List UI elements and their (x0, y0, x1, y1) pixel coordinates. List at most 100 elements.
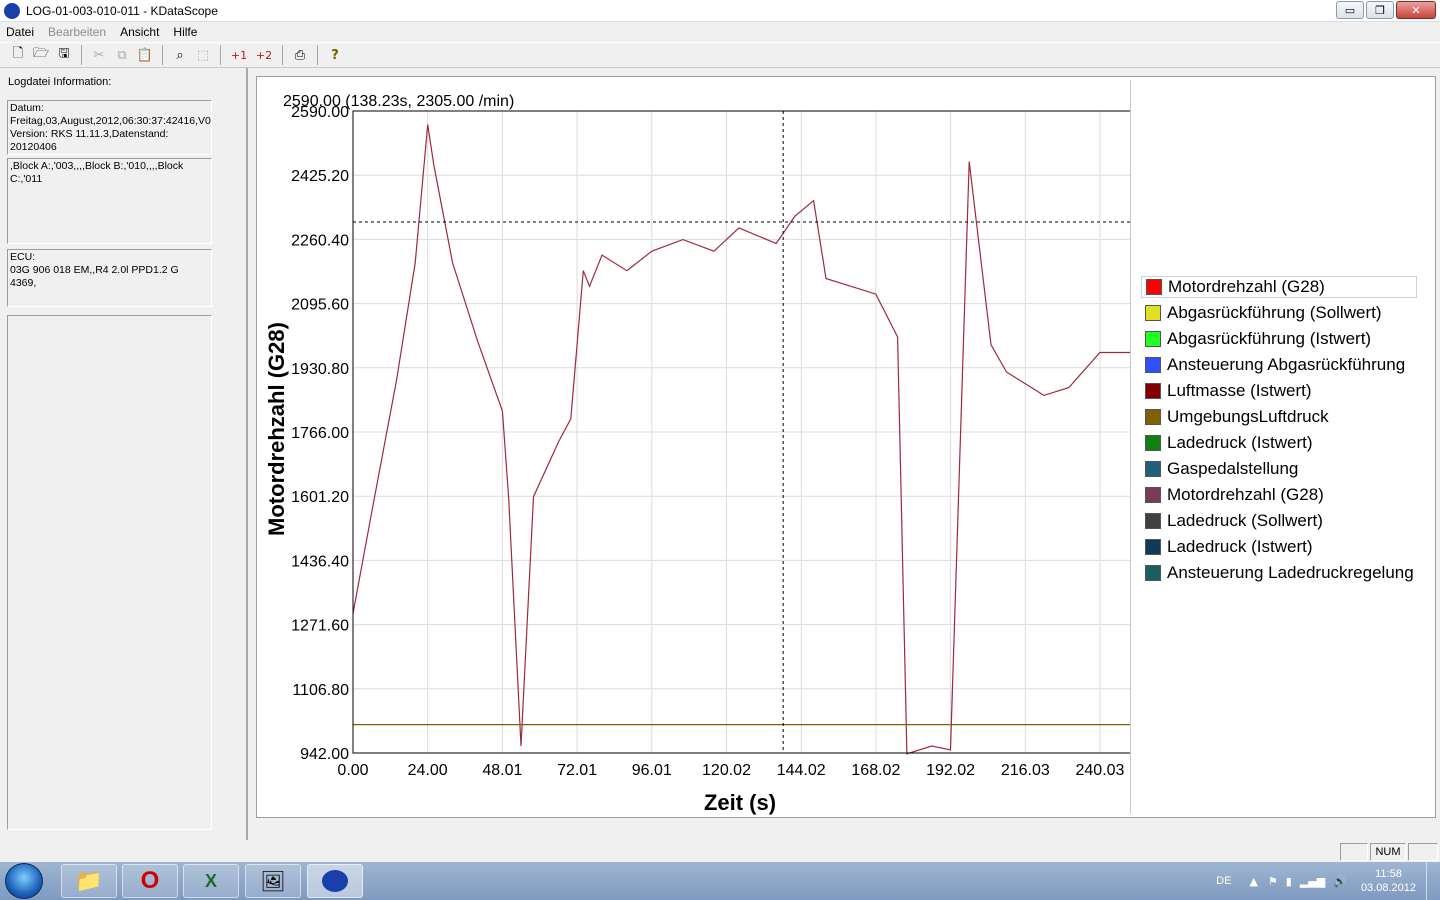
menu-datei[interactable]: Datei (6, 25, 34, 39)
legend-item[interactable]: Ansteuerung Ladedruckregelung (1141, 562, 1417, 584)
status-panel-empty-2 (1408, 843, 1438, 861)
legend-label: Gaspedalstellung (1167, 459, 1299, 478)
series-lines (352, 124, 1131, 755)
clock[interactable]: 11:58 03.08.2012 (1361, 867, 1416, 895)
num-lock-indicator: NUM (1370, 843, 1406, 861)
legend-item[interactable]: Ansteuerung Abgasrückführung (1141, 354, 1417, 376)
opera-taskbar-button[interactable]: O (122, 864, 178, 898)
add-graph-1-button[interactable]: +1 (228, 45, 250, 65)
y-tick-label: 2095.60 (291, 297, 349, 314)
x-tick-label: 0.00 (337, 762, 368, 779)
legend-label: Ansteuerung Abgasrückführung (1167, 355, 1406, 374)
y-tick-label: 1106.80 (292, 682, 349, 699)
cut-icon[interactable]: ✂ (89, 45, 109, 65)
clock-time: 11:58 (1375, 868, 1402, 880)
x-ticks: 0.00 24.00 48.01 72.01 96.01 120.02 144.02 168.… (337, 762, 1124, 779)
menu-bearbeiten[interactable]: Bearbeiten (48, 25, 106, 39)
select-rect-icon[interactable]: ⬚ (193, 45, 213, 65)
show-hidden-icons-icon[interactable]: ▲ (1249, 875, 1257, 888)
empty-info-box (7, 315, 212, 830)
legend-swatch (1146, 279, 1162, 295)
legend-item[interactable]: Abgasrückführung (Sollwert) (1141, 302, 1417, 324)
line-chart[interactable]: 2590.00 (138.23s, 2305.00 /min) Motordre… (257, 77, 1131, 817)
app-icon (4, 2, 20, 19)
y-tick-label: 2590.00 (291, 104, 349, 121)
status-bar: NUM (0, 840, 1440, 862)
kdatascope-icon (322, 870, 348, 892)
kdatascope-taskbar-button[interactable] (307, 864, 363, 898)
status-panel-empty (1340, 843, 1368, 861)
language-indicator[interactable]: DE (1216, 875, 1231, 887)
legend-label: Motordrehzahl (G28) (1168, 277, 1325, 296)
opera-icon: O (140, 867, 160, 894)
minimize-button[interactable]: ▭ (1336, 1, 1364, 19)
action-center-flag-icon[interactable]: ⚑ (1268, 875, 1278, 888)
legend-swatch (1145, 357, 1161, 373)
explorer-taskbar-button[interactable]: 📁 (61, 864, 117, 898)
title-bar: LOG-01-003-010-011 - KDataScope ▭ ❐ ✕ (0, 0, 1440, 22)
legend-item[interactable]: Ladedruck (Sollwert) (1141, 510, 1417, 532)
series-line-0 (352, 124, 1131, 755)
x-tick-label: 192.02 (926, 762, 975, 779)
legend-label: Ansteuerung Ladedruckregelung (1167, 563, 1414, 582)
y-axis-label: Motordrehzahl (G28) (264, 322, 289, 536)
taskbar: 📁 O X 🖼 DE ▲ ⚑ ▮ ▂▄▆ 🔊 11:58 03.08.2012 (0, 862, 1440, 900)
grid (352, 110, 1131, 754)
network-signal-icon[interactable]: ▂▄▆ (1300, 875, 1325, 888)
legend-label: Motordrehzahl (G28) (1167, 485, 1324, 504)
save-icon[interactable]: 🖫 (54, 45, 74, 65)
menu-ansicht[interactable]: Ansicht (120, 25, 159, 39)
show-desktop-button[interactable] (1426, 862, 1440, 900)
legend-item[interactable]: UmgebungsLuftdruck (1141, 406, 1417, 428)
power-icon[interactable]: ▮ (1286, 875, 1292, 888)
legend-item[interactable]: Motordrehzahl (G28) (1141, 484, 1417, 506)
legend-label: UmgebungsLuftdruck (1167, 407, 1329, 426)
legend-label: Ladedruck (Istwert) (1167, 433, 1313, 452)
legend-item[interactable]: Abgasrückführung (Istwert) (1141, 328, 1417, 350)
system-tray: DE ▲ ⚑ ▮ ▂▄▆ 🔊 11:58 03.08.2012 (1216, 862, 1440, 900)
copy-icon[interactable]: ⧉ (112, 45, 132, 65)
print-icon[interactable]: ⎙ (290, 45, 310, 65)
logfile-info-panel: Logdatei Information: Datum: Freitag,03,… (0, 68, 248, 840)
folder-icon: 📁 (75, 868, 103, 893)
legend-item[interactable]: Gaspedalstellung (1141, 458, 1417, 480)
volume-icon[interactable]: 🔊 (1333, 875, 1347, 888)
excel-taskbar-button[interactable]: X (183, 864, 239, 898)
legend-swatch (1145, 409, 1161, 425)
menu-hilfe[interactable]: Hilfe (173, 25, 197, 39)
toolbar-separator (81, 45, 82, 65)
legend-swatch (1145, 565, 1161, 581)
y-tick-label: 1601.20 (291, 489, 349, 506)
legend-swatch (1145, 461, 1161, 477)
info-title: Logdatei Information: (8, 76, 112, 88)
add-graph-2-button[interactable]: +2 (253, 45, 275, 65)
zoom-icon[interactable]: ⌕ (170, 45, 190, 65)
toolbar-separator (282, 45, 283, 65)
help-icon[interactable]: ? (325, 45, 345, 65)
open-folder-icon[interactable]: 🗁 (31, 45, 51, 65)
legend-item[interactable]: Ladedruck (Istwert) (1141, 536, 1417, 558)
new-file-icon[interactable]: 🗋 (8, 45, 28, 65)
legend-swatch (1145, 487, 1161, 503)
toolbar-separator (220, 45, 221, 65)
x-tick-label: 216.03 (1001, 762, 1050, 779)
picture-icon: 🖼 (260, 870, 286, 893)
window-controls: ▭ ❐ ✕ (1336, 1, 1436, 19)
legend-item[interactable]: Ladedruck (Istwert) (1141, 432, 1417, 454)
x-tick-label: 240.03 (1076, 762, 1125, 779)
maximize-button[interactable]: ❐ (1366, 1, 1394, 19)
y-ticks: 2590.00 2425.20 2260.40 2095.60 1930.80 1766.… (291, 104, 349, 763)
x-tick-label: 120.02 (702, 762, 751, 779)
close-button[interactable]: ✕ (1396, 1, 1436, 19)
x-tick-label: 72.01 (557, 762, 597, 779)
y-tick-label: 942.00 (300, 746, 349, 763)
legend-item[interactable]: Luftmasse (Istwert) (1141, 380, 1417, 402)
legend-swatch (1145, 383, 1161, 399)
paste-icon[interactable]: 📋 (135, 45, 155, 65)
start-button[interactable] (5, 863, 43, 899)
legend-item[interactable]: Motordrehzahl (G28) (1141, 276, 1417, 298)
y-tick-label: 2425.20 (291, 168, 349, 185)
legend-label: Ladedruck (Sollwert) (1167, 511, 1323, 530)
x-tick-label: 168.02 (851, 762, 900, 779)
picture-viewer-taskbar-button[interactable]: 🖼 (245, 864, 301, 898)
